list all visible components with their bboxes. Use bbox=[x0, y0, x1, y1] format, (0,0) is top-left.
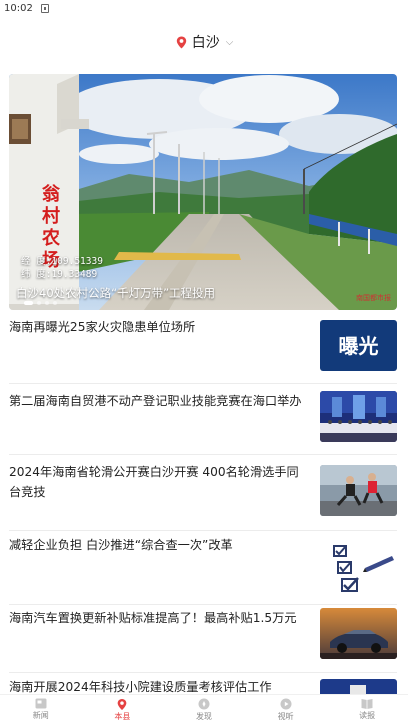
news-title: 海南汽车置换更新补贴标准提高了！最高补贴1.5万元 bbox=[9, 611, 297, 625]
tab-discover[interactable]: 发现 bbox=[163, 695, 245, 720]
tab-local[interactable]: 本县 bbox=[82, 695, 164, 720]
news-item[interactable]: 第二届海南自贸港不动产登记职业技能竞赛在海口举办 bbox=[9, 384, 397, 455]
news-item[interactable]: 海南汽车置换更新补贴标准提高了！最高补贴1.5万元 bbox=[9, 605, 397, 673]
status-time: 10:02 bbox=[4, 2, 33, 14]
carousel-dot[interactable] bbox=[37, 301, 41, 305]
chevron-down-icon: ⌵ bbox=[225, 36, 234, 48]
news-item[interactable]: 减轻企业负担 白沙推进“综合查一次”改革 bbox=[9, 531, 397, 605]
banner-coordinates: 经 度:109.51339 纬 度:19.33489 bbox=[21, 255, 103, 281]
carousel-dot[interactable] bbox=[45, 301, 49, 305]
tab-newspaper[interactable]: 读报 bbox=[326, 695, 408, 720]
carousel-dot[interactable] bbox=[53, 301, 57, 305]
banner-carousel[interactable]: 翁村农场 经 度:109.51339 纬 度:19.33489 白沙40处农村公… bbox=[9, 74, 397, 310]
bottom-tabbar: 新闻 本县 发现 视听 读报 bbox=[0, 694, 408, 720]
news-item[interactable]: 海南再曝光25家火灾隐患单位场所 曝光 bbox=[9, 310, 397, 384]
tab-audiovisual[interactable]: 视听 bbox=[245, 695, 327, 720]
news-icon bbox=[35, 698, 47, 709]
location-selector[interactable]: 白沙 ⌵ bbox=[0, 16, 408, 68]
banner-caption: 白沙40处农村公路“千灯万带”工程投用 bbox=[16, 286, 216, 300]
news-item[interactable]: 2024年海南省轮滑公开赛白沙开赛 400名轮滑选手同台竞技 bbox=[9, 455, 397, 531]
banner-watermark: 南国都市报 bbox=[356, 294, 391, 302]
location-pin-icon bbox=[175, 36, 188, 49]
status-bar: 10:02 bbox=[0, 0, 408, 16]
tab-label: 本县 bbox=[114, 712, 131, 720]
news-title: 2024年海南省轮滑公开赛白沙开赛 400名轮滑选手同台竞技 bbox=[9, 465, 299, 499]
tab-label: 视听 bbox=[277, 712, 294, 720]
newspaper-icon bbox=[361, 698, 373, 709]
carousel-dot[interactable] bbox=[24, 301, 33, 305]
location-pin-icon bbox=[116, 698, 128, 710]
news-thumbnail bbox=[320, 391, 397, 442]
location-name: 白沙 bbox=[191, 35, 220, 51]
play-icon bbox=[280, 698, 292, 710]
news-title: 海南再曝光25家火灾隐患单位场所 bbox=[9, 320, 196, 334]
tab-label: 读报 bbox=[359, 711, 376, 720]
tab-label: 新闻 bbox=[32, 711, 49, 720]
banner-longitude: 经 度:109.51339 bbox=[21, 256, 103, 267]
news-thumbnail bbox=[320, 538, 397, 598]
news-thumbnail: 曝光 bbox=[320, 320, 397, 371]
compass-icon bbox=[198, 698, 210, 710]
news-thumbnail bbox=[320, 608, 397, 659]
sd-card-icon bbox=[40, 3, 49, 13]
banner-latitude: 纬 度:19.33489 bbox=[21, 269, 98, 280]
carousel-indicator bbox=[24, 301, 57, 305]
news-thumbnail bbox=[320, 465, 397, 516]
tab-news[interactable]: 新闻 bbox=[0, 695, 82, 720]
tab-label: 发现 bbox=[195, 712, 212, 720]
news-title: 减轻企业负担 白沙推进“综合查一次”改革 bbox=[9, 538, 233, 552]
news-thumb-text: 曝光 bbox=[339, 334, 379, 358]
news-title: 第二届海南自贸港不动产登记职业技能竞赛在海口举办 bbox=[9, 394, 302, 408]
